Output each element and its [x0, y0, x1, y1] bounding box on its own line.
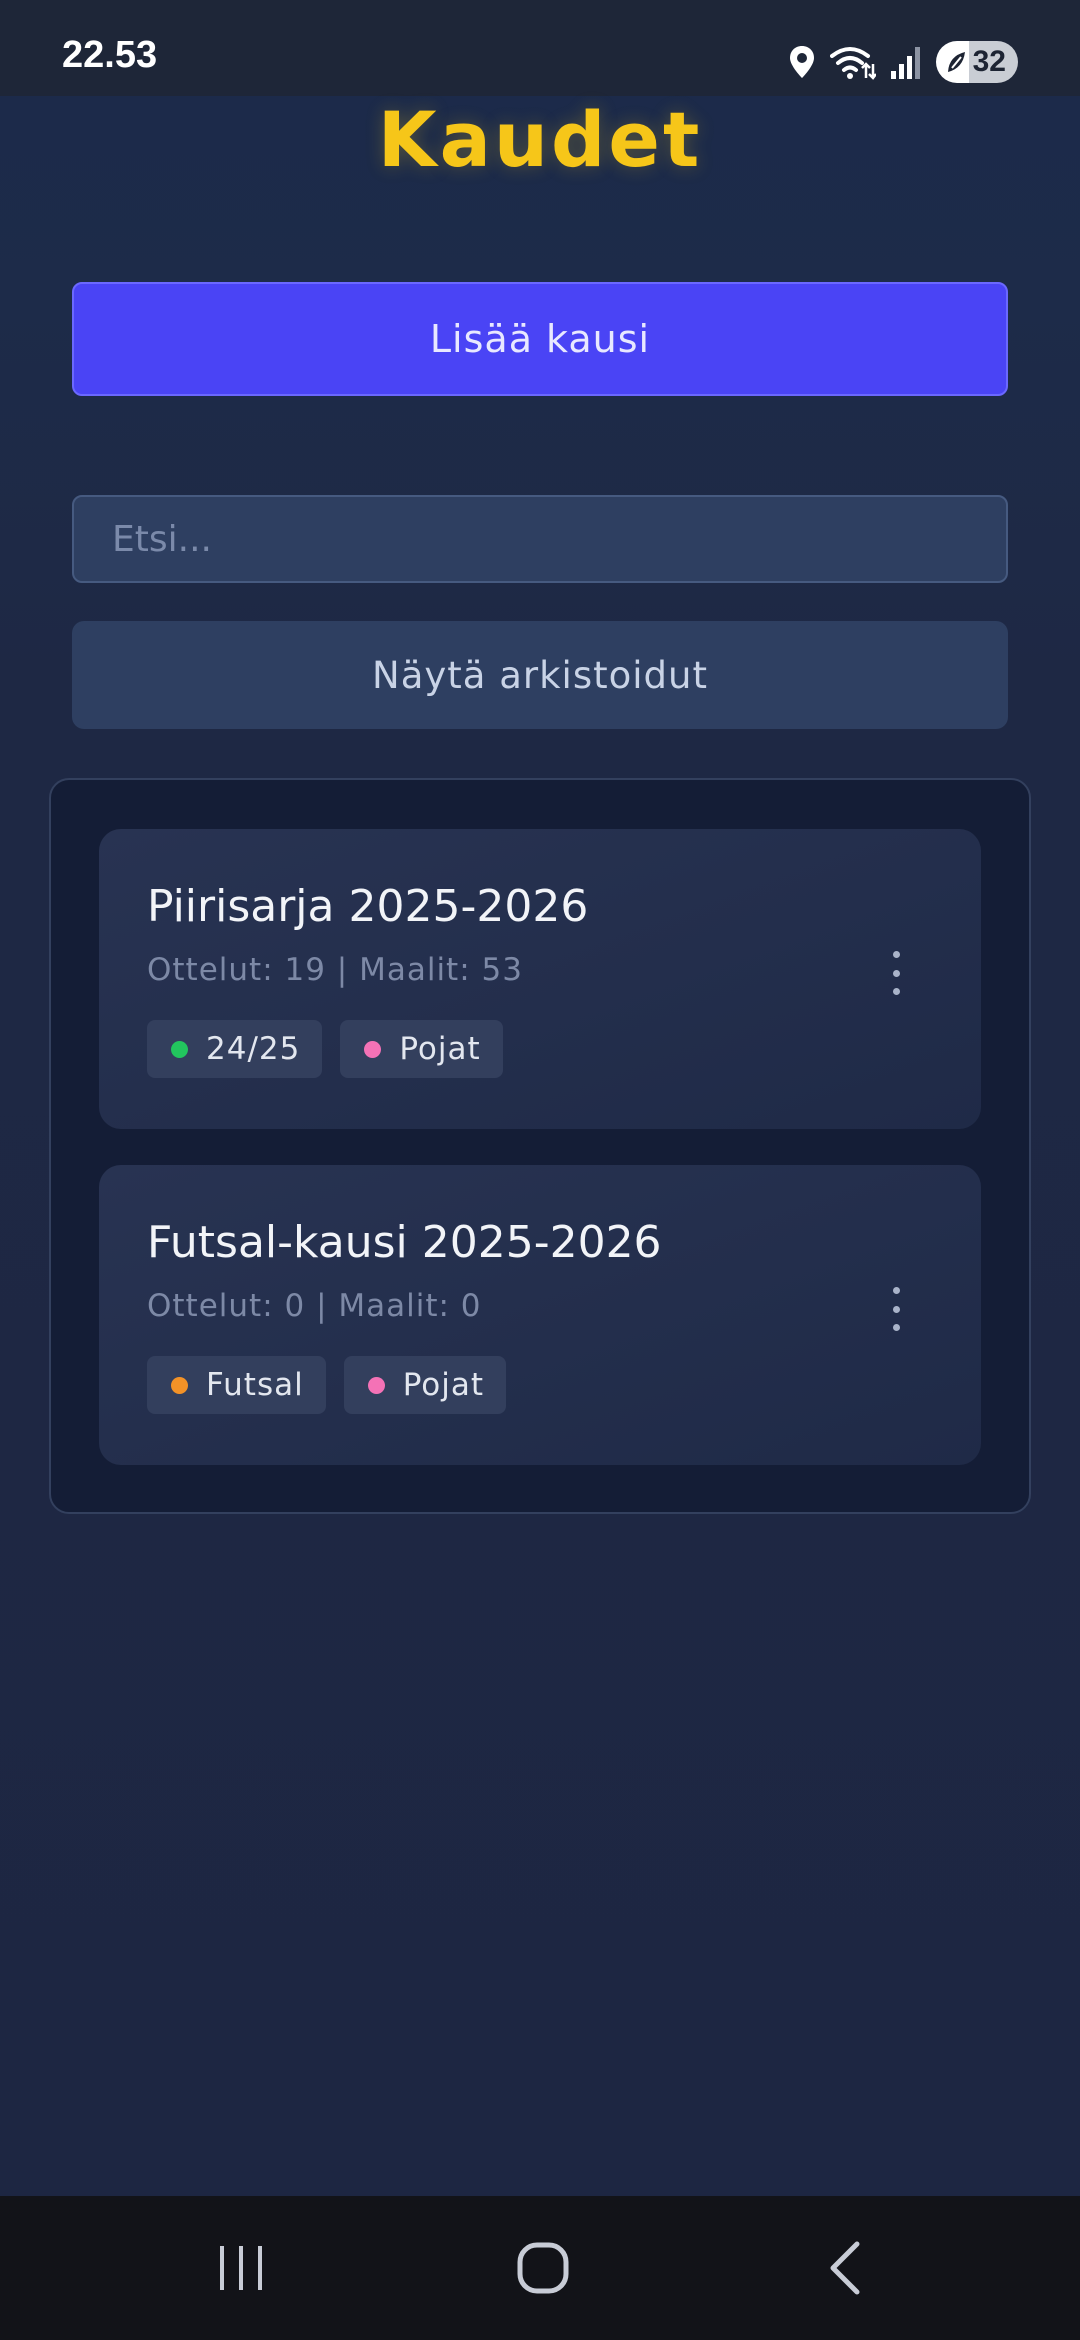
tag-dot-icon: [171, 1040, 188, 1058]
screen: 22.53 32 Kaudet Lisää kausi Etsi... Näyt…: [0, 0, 1080, 2340]
navigation-bar: [0, 2196, 1080, 2340]
wifi-icon: [830, 44, 876, 80]
tag-label: 24/25: [206, 1031, 301, 1067]
tag-label: Pojat: [402, 1367, 485, 1403]
tag-dot-icon: [364, 1040, 382, 1058]
season-title: Piirisarja 2025-2026: [147, 881, 589, 932]
signal-icon: [890, 45, 922, 79]
home-icon[interactable]: [498, 2232, 588, 2304]
battery-icon: 32: [936, 41, 1018, 83]
season-title: Futsal-kausi 2025-2026: [147, 1217, 662, 1268]
search-input[interactable]: [72, 495, 1008, 583]
season-tags: 24/25 Pojat: [147, 1020, 503, 1078]
location-icon: [788, 44, 816, 80]
season-list: Piirisarja 2025-2026 Ottelut: 19 | Maali…: [49, 778, 1031, 1514]
show-archived-button[interactable]: Näytä arkistoidut: [72, 621, 1008, 729]
add-season-button[interactable]: Lisää kausi: [72, 282, 1008, 396]
season-tag: Pojat: [340, 1020, 503, 1078]
status-icons: 32: [788, 40, 1018, 84]
back-icon[interactable]: [800, 2232, 890, 2304]
page-title: Kaudet: [377, 95, 703, 184]
status-time: 22.53: [62, 34, 158, 76]
season-stats: Ottelut: 0 | Maalit: 0: [147, 1288, 482, 1324]
season-tag: Pojat: [343, 1356, 507, 1414]
status-bar: 22.53 32: [0, 0, 1080, 96]
season-stats: Ottelut: 19 | Maalit: 53: [147, 952, 523, 988]
more-options-icon[interactable]: [881, 1287, 911, 1331]
season-card[interactable]: Futsal-kausi 2025-2026 Ottelut: 0 | Maal…: [99, 1165, 981, 1465]
recents-icon[interactable]: [196, 2232, 286, 2304]
season-tags: Futsal Pojat: [147, 1356, 507, 1414]
tag-label: Pojat: [399, 1031, 481, 1067]
season-tag: Futsal: [147, 1356, 326, 1414]
more-options-icon[interactable]: [881, 951, 911, 995]
battery-percent: 32: [972, 45, 1006, 78]
season-tag: 24/25: [147, 1020, 323, 1078]
season-card[interactable]: Piirisarja 2025-2026 Ottelut: 19 | Maali…: [99, 829, 981, 1129]
tag-label: Futsal: [206, 1367, 304, 1403]
tag-dot-icon: [171, 1376, 188, 1394]
tag-dot-icon: [367, 1376, 385, 1394]
